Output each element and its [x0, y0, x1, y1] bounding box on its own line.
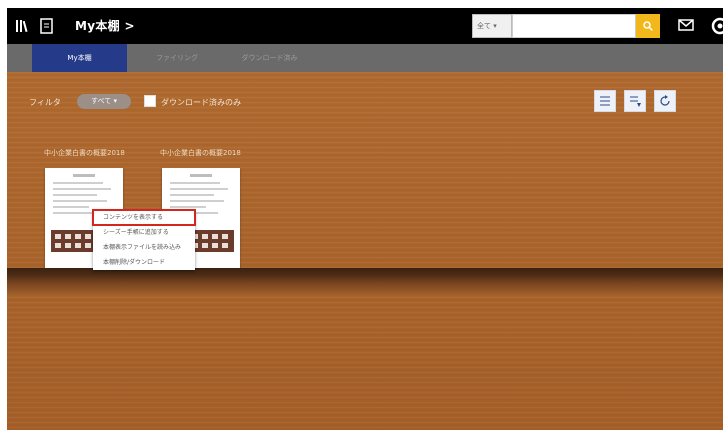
- search-icon: [643, 21, 653, 31]
- downloaded-only-checkbox[interactable]: [144, 95, 156, 107]
- filter-label: フィルタ: [29, 98, 61, 107]
- book-title: 中小企業白書の概要2018: [44, 149, 125, 157]
- search-input[interactable]: [512, 14, 636, 38]
- top-bar: My本棚 > 全て ▾: [7, 8, 723, 44]
- sort-view-icon: [630, 96, 641, 107]
- tab-my-bookshelf[interactable]: My本棚: [32, 44, 127, 72]
- library-icon[interactable]: [15, 18, 31, 34]
- sort-view-button[interactable]: [624, 90, 646, 112]
- list-view-icon: [600, 96, 610, 106]
- filter-dropdown[interactable]: すべて ▾: [77, 94, 131, 109]
- tab-bar: My本棚 ファイリング ダウンロード済み: [7, 44, 723, 72]
- downloaded-only-label: ダウンロード済みのみ: [161, 98, 241, 107]
- book-title: 中小企業白書の概要2018: [160, 149, 241, 157]
- breadcrumb-title[interactable]: My本棚 >: [75, 17, 135, 34]
- mail-icon[interactable]: [678, 18, 694, 32]
- menu-item-load-file[interactable]: 本棚表示ファイルを読み込み: [93, 240, 195, 255]
- list-view-button[interactable]: [594, 90, 616, 112]
- search-scope-select[interactable]: 全て ▾: [472, 14, 512, 38]
- refresh-button[interactable]: [654, 90, 676, 112]
- menu-item-add-to-notebook[interactable]: シーズー手帳に追加する: [93, 225, 195, 240]
- document-icon[interactable]: [39, 18, 55, 34]
- shelf-ledge: [7, 268, 723, 296]
- context-menu: コンテンツを表示する シーズー手帳に追加する 本棚表示ファイルを読み込み 本棚削…: [92, 209, 196, 270]
- search-bar: 全て ▾: [472, 14, 660, 38]
- tab-downloaded[interactable]: ダウンロード済み: [232, 44, 307, 72]
- refresh-icon: [660, 95, 670, 106]
- gear-icon[interactable]: [711, 17, 723, 35]
- search-button[interactable]: [636, 14, 660, 38]
- menu-item-show-content[interactable]: コンテンツを表示する: [92, 209, 196, 226]
- menu-item-delete-download[interactable]: 本棚削除/ダウンロード: [93, 255, 195, 270]
- tab-filing[interactable]: ファイリング: [147, 44, 207, 72]
